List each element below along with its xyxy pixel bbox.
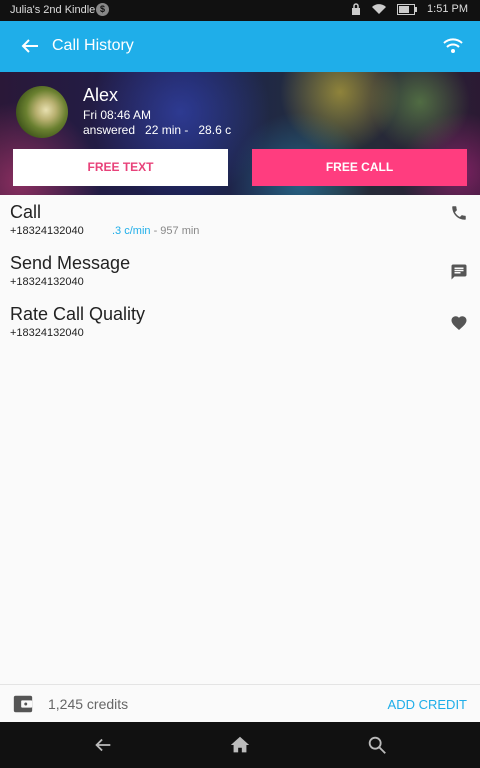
wifi-icon (372, 4, 387, 14)
wifi-icon[interactable] (442, 36, 464, 56)
status-bar: Julia's 2nd Kindle $ 1:51 PM (0, 0, 480, 21)
minutes-value: - 957 min (150, 225, 200, 237)
wallet-icon (13, 695, 33, 713)
battery-icon (397, 3, 418, 15)
send-message-label: Send Message (10, 253, 131, 273)
credits-balance: 1,245 credits (48, 696, 129, 712)
call-rate: .3 c/min - 957 min (112, 225, 199, 237)
page-title: Call History (52, 37, 134, 54)
clock: 1:51 PM (427, 3, 468, 15)
free-call-button[interactable]: FREE CALL (252, 149, 467, 186)
avatar (16, 86, 68, 138)
app-bar: Call History (0, 21, 480, 72)
contact-header: Alex Fri 08:46 AM answered 22 min - 28.6… (0, 72, 480, 195)
free-text-button[interactable]: FREE TEXT (13, 149, 228, 186)
call-row[interactable]: Call +18324132040 .3 c/min - 957 min (0, 202, 480, 252)
system-nav-bar (0, 722, 480, 768)
call-label: Call (10, 202, 42, 222)
rate-call-quality-label: Rate Call Quality (10, 304, 146, 324)
add-credit-button[interactable]: ADD CREDIT (388, 697, 467, 712)
call-datetime: Fri 08:46 AM (83, 108, 152, 122)
lock-icon (352, 3, 361, 15)
back-arrow-icon[interactable] (92, 734, 114, 756)
send-message-row[interactable]: Send Message +18324132040 (0, 253, 480, 303)
message-number: +18324132040 (10, 276, 84, 288)
phone-icon[interactable] (450, 204, 468, 222)
rate-number: +18324132040 (10, 327, 84, 339)
rate-value: .3 c/min (112, 225, 151, 237)
search-icon[interactable] (366, 734, 388, 756)
message-icon[interactable] (450, 263, 468, 281)
rate-call-quality-row[interactable]: Rate Call Quality +18324132040 (0, 304, 480, 354)
contact-name: Alex (83, 85, 119, 105)
dollar-badge-icon: $ (96, 3, 109, 16)
heart-icon[interactable] (450, 314, 468, 332)
call-details: answered 22 min - 28.6 c (83, 123, 232, 137)
call-number: +18324132040 (10, 225, 84, 237)
device-name: Julia's 2nd Kindle (10, 4, 96, 16)
home-icon[interactable] (229, 734, 251, 756)
arrow-left-icon[interactable] (18, 34, 42, 58)
credits-bar: 1,245 credits ADD CREDIT (0, 684, 480, 723)
